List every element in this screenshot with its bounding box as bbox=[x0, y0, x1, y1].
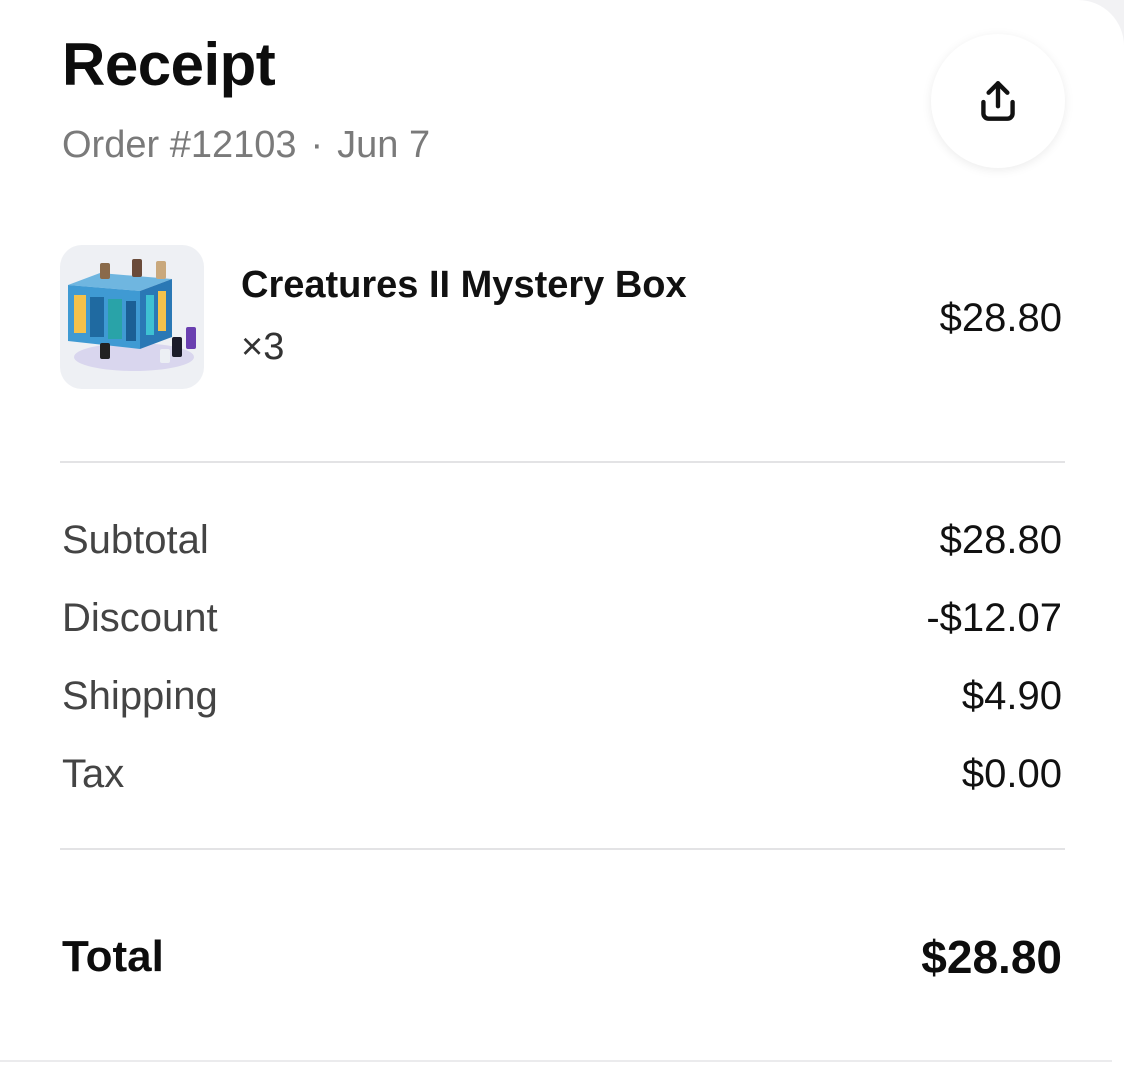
item-quantity: ×3 bbox=[241, 326, 285, 368]
divider bbox=[60, 848, 1065, 850]
discount-label: Discount bbox=[62, 596, 218, 640]
tax-value: $0.00 bbox=[961, 752, 1062, 796]
page-title: Receipt bbox=[62, 31, 276, 98]
order-meta: Order #12103 · Jun 7 bbox=[62, 124, 430, 167]
order-number: Order #12103 bbox=[62, 124, 297, 166]
tax-label: Tax bbox=[62, 752, 125, 796]
shipping-label: Shipping bbox=[62, 674, 218, 718]
product-thumbnail[interactable] bbox=[60, 245, 204, 389]
discount-value: -$12.07 bbox=[926, 596, 1062, 640]
total-label: Total bbox=[62, 932, 164, 981]
subtotal-value: $28.80 bbox=[939, 518, 1062, 562]
subtotal-label: Subtotal bbox=[62, 518, 209, 562]
divider bbox=[60, 461, 1065, 463]
product-image bbox=[68, 259, 196, 371]
total-value: $28.80 bbox=[921, 931, 1062, 983]
meta-separator: · bbox=[310, 124, 324, 166]
section-separator bbox=[0, 1060, 1112, 1062]
share-icon bbox=[981, 81, 1015, 121]
order-date: Jun 7 bbox=[337, 124, 431, 166]
receipt-sheet: Receipt Order #12103 · Jun 7 Creatures I… bbox=[0, 0, 1124, 1078]
item-name[interactable]: Creatures II Mystery Box bbox=[241, 264, 687, 307]
share-button[interactable] bbox=[931, 34, 1065, 168]
item-price: $28.80 bbox=[939, 296, 1062, 340]
shipping-value: $4.90 bbox=[961, 674, 1062, 718]
